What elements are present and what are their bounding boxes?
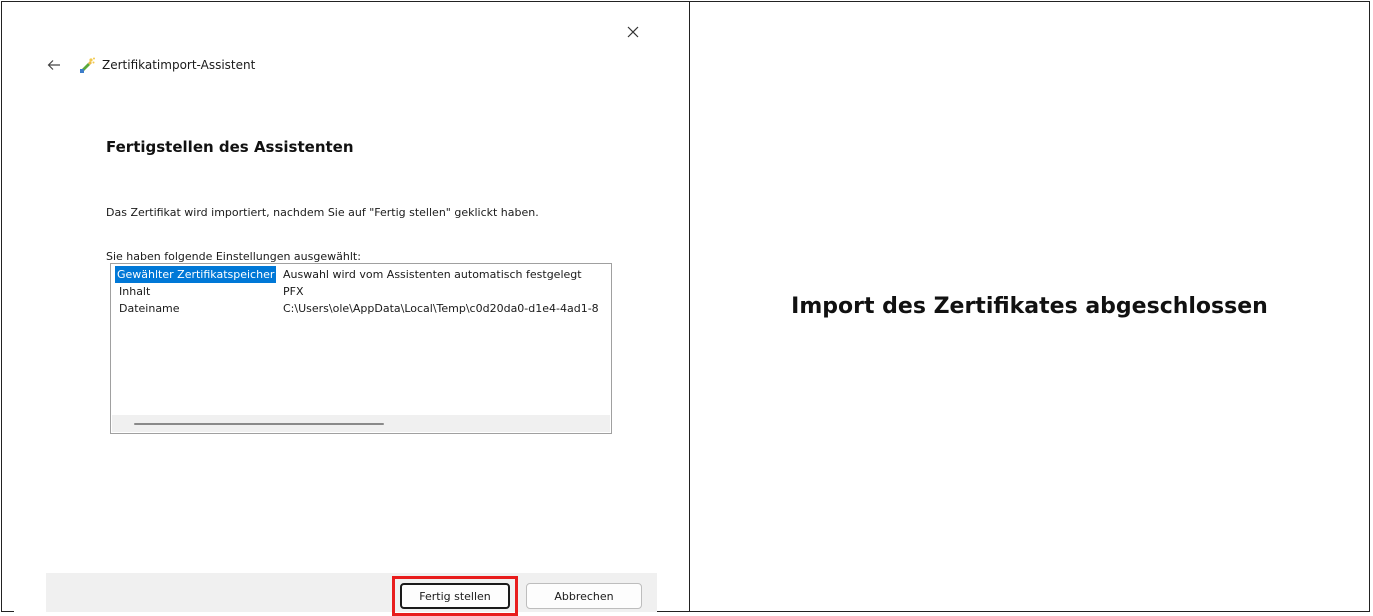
- cancel-button[interactable]: Abbrechen: [526, 583, 642, 609]
- horizontal-scrollbar[interactable]: [112, 415, 610, 432]
- close-icon: [627, 26, 639, 38]
- wizard-heading: Fertigstellen des Assistenten: [106, 138, 354, 156]
- dialog-title: Zertifikatimport-Assistent: [102, 58, 256, 72]
- arrow-left-icon: [47, 60, 60, 70]
- settings-key: Dateiname: [119, 302, 180, 315]
- settings-row[interactable]: Gewählter Zertifikatspeicher Auswahl wir…: [111, 266, 611, 283]
- import-complete-caption: Import des Zertifikates abgeschlossen: [791, 294, 1268, 319]
- certificate-import-dialog: Zertifikatimport-Assistent Fertigstellen…: [14, 10, 657, 616]
- left-cell: Zertifikatimport-Assistent Fertigstellen…: [2, 2, 689, 616]
- dialog-titlebar: Zertifikatimport-Assistent: [44, 54, 255, 76]
- wizard-description: Das Zertifikat wird importiert, nachdem …: [106, 206, 539, 219]
- settings-row[interactable]: Dateiname C:\Users\ole\AppData\Local\Tem…: [111, 300, 611, 317]
- table-frame: Zertifikatimport-Assistent Fertigstellen…: [1, 1, 1370, 616]
- finish-button[interactable]: Fertig stellen: [400, 583, 510, 609]
- settings-row[interactable]: Inhalt PFX: [111, 283, 611, 300]
- settings-label: Sie haben folgende Einstellungen ausgewä…: [106, 250, 361, 263]
- settings-list[interactable]: Gewählter Zertifikatspeicher Auswahl wir…: [110, 263, 612, 434]
- certificate-wizard-icon: [80, 57, 95, 73]
- scrollbar-thumb[interactable]: [134, 423, 384, 425]
- settings-key: Gewählter Zertifikatspeicher: [115, 266, 277, 283]
- settings-key: Inhalt: [119, 285, 151, 298]
- settings-value: Auswahl wird vom Assistenten automatisch…: [283, 268, 582, 281]
- settings-value: PFX: [283, 285, 304, 298]
- right-cell: Import des Zertifikates abgeschlossen: [690, 2, 1369, 611]
- close-button[interactable]: [623, 22, 643, 42]
- back-button[interactable]: [44, 55, 64, 75]
- settings-value: C:\Users\ole\AppData\Local\Temp\c0d20da0…: [283, 302, 599, 315]
